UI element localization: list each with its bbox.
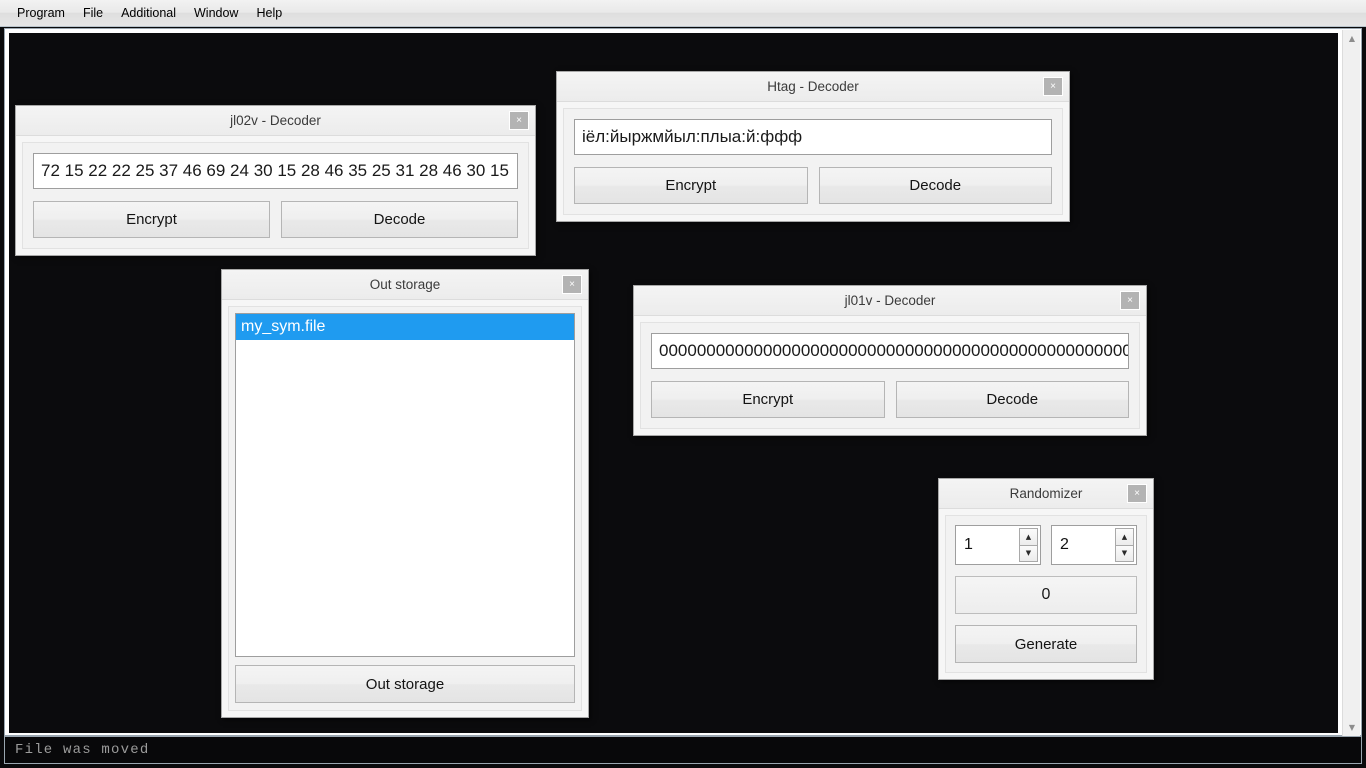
window-titlebar-out-storage[interactable]: Out storage × — [222, 270, 588, 300]
close-icon[interactable]: × — [1127, 484, 1147, 503]
window-titlebar-jl02v[interactable]: jl02v - Decoder × — [16, 106, 535, 136]
window-title-randomizer: Randomizer — [1009, 486, 1083, 501]
window-title-jl01v: jl01v - Decoder — [844, 293, 936, 308]
menu-bar: Program File Additional Window Help — [0, 0, 1366, 27]
window-titlebar-jl01v[interactable]: jl01v - Decoder × — [634, 286, 1146, 316]
close-icon[interactable]: × — [1043, 77, 1063, 96]
menu-item-file[interactable]: File — [74, 3, 112, 23]
jl02v-encrypt-button[interactable]: Encrypt — [33, 201, 270, 238]
file-list[interactable]: my_sym.file — [235, 313, 575, 657]
randomizer-min-value: 1 — [964, 536, 973, 553]
mdi-client-frame: jl02v - Decoder × 72 15 22 22 25 37 46 6… — [4, 28, 1362, 736]
randomizer-generate-button[interactable]: Generate — [955, 625, 1137, 663]
window-body-jl02v: 72 15 22 22 25 37 46 69 24 30 15 28 46 3… — [22, 142, 529, 249]
window-jl01v-decoder[interactable]: jl01v - Decoder × 0000000000000000000000… — [633, 285, 1147, 436]
mdi-workspace: jl02v - Decoder × 72 15 22 22 25 37 46 6… — [9, 33, 1338, 733]
jl01v-decode-button[interactable]: Decode — [895, 381, 1129, 418]
window-titlebar-htag[interactable]: Htag - Decoder × — [557, 72, 1069, 102]
jl01v-encrypt-button[interactable]: Encrypt — [651, 381, 885, 418]
vertical-scrollbar[interactable]: ▲ ▼ — [1342, 30, 1360, 736]
randomizer-max-spin-buttons: ▲ ▼ — [1115, 528, 1134, 562]
window-jl02v-decoder[interactable]: jl02v - Decoder × 72 15 22 22 25 37 46 6… — [15, 105, 536, 256]
status-message: File was moved — [15, 742, 150, 758]
randomizer-min-stepper[interactable]: 1 ▲ ▼ — [955, 525, 1041, 565]
window-title-out-storage: Out storage — [369, 277, 441, 292]
spinner-down-icon[interactable]: ▼ — [1115, 544, 1134, 562]
randomizer-min-spin-buttons: ▲ ▼ — [1019, 528, 1038, 562]
jl02v-decode-button[interactable]: Decode — [281, 201, 518, 238]
scroll-down-icon[interactable]: ▼ — [1343, 719, 1361, 736]
randomizer-range-row: 1 ▲ ▼ 2 ▲ ▼ — [955, 525, 1137, 565]
status-bar: File was moved — [4, 736, 1362, 764]
menu-item-window[interactable]: Window — [185, 3, 247, 23]
window-randomizer[interactable]: Randomizer × 1 ▲ ▼ 2 ▲ ▼ 0 Generate — [938, 478, 1154, 680]
htag-input-field[interactable]: іёл:йыржмйыл:плыа:й:ффф — [574, 119, 1052, 155]
spinner-up-icon[interactable]: ▲ — [1019, 528, 1038, 545]
window-htag-decoder[interactable]: Htag - Decoder × іёл:йыржмйыл:плыа:й:ффф… — [556, 71, 1070, 222]
window-out-storage[interactable]: Out storage × my_sym.file Out storage — [221, 269, 589, 718]
close-icon[interactable]: × — [562, 275, 582, 294]
spinner-down-icon[interactable]: ▼ — [1019, 544, 1038, 562]
close-icon[interactable]: × — [509, 111, 529, 130]
window-body-jl01v: 0000000000000000000000000000000000000000… — [640, 322, 1140, 429]
window-titlebar-randomizer[interactable]: Randomizer × — [939, 479, 1153, 509]
window-body-randomizer: 1 ▲ ▼ 2 ▲ ▼ 0 Generate — [945, 515, 1147, 673]
menu-item-program[interactable]: Program — [8, 3, 74, 23]
close-icon[interactable]: × — [1120, 291, 1140, 310]
window-body-htag: іёл:йыржмйыл:плыа:й:ффф Encrypt Decode — [563, 108, 1063, 215]
randomizer-max-value: 2 — [1060, 536, 1069, 553]
window-title-htag: Htag - Decoder — [767, 79, 859, 94]
jl01v-button-row: Encrypt Decode — [651, 381, 1129, 418]
window-body-out-storage: my_sym.file Out storage — [228, 306, 582, 711]
menu-item-additional[interactable]: Additional — [112, 3, 185, 23]
jl01v-input-field[interactable]: 0000000000000000000000000000000000000000… — [651, 333, 1129, 369]
htag-encrypt-button[interactable]: Encrypt — [574, 167, 808, 204]
jl02v-input-field[interactable]: 72 15 22 22 25 37 46 69 24 30 15 28 46 3… — [33, 153, 518, 189]
htag-button-row: Encrypt Decode — [574, 167, 1052, 204]
htag-decode-button[interactable]: Decode — [818, 167, 1052, 204]
list-item[interactable]: my_sym.file — [236, 314, 574, 340]
scroll-up-icon[interactable]: ▲ — [1343, 30, 1361, 47]
spinner-up-icon[interactable]: ▲ — [1115, 528, 1134, 545]
jl02v-button-row: Encrypt Decode — [33, 201, 518, 238]
randomizer-max-stepper[interactable]: 2 ▲ ▼ — [1051, 525, 1137, 565]
window-title-jl02v: jl02v - Decoder — [230, 113, 321, 128]
randomizer-result-field: 0 — [955, 576, 1137, 614]
out-storage-button[interactable]: Out storage — [235, 665, 575, 703]
menu-item-help[interactable]: Help — [247, 3, 291, 23]
